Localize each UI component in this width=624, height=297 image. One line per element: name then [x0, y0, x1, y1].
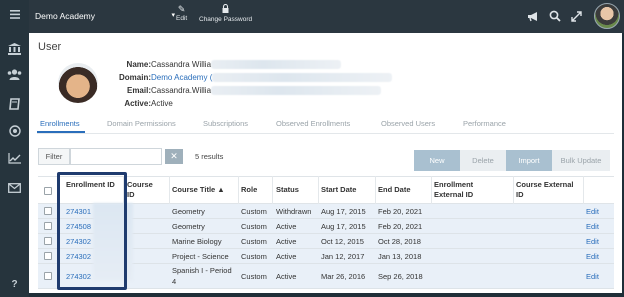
start-date: Oct 12, 2015 [321, 237, 364, 246]
status: Active [276, 237, 297, 246]
col-end-date[interactable]: End Date [378, 185, 411, 195]
top-bar: Demo Academy ▾ ✎ Edit Change Password [29, 0, 624, 33]
col-course-id[interactable]: Course ID [127, 180, 157, 200]
school-name: Demo Academy [35, 11, 95, 21]
page-title: User [38, 41, 62, 53]
edit-link[interactable]: Edit [586, 207, 599, 216]
course-title: Marine Biology [172, 237, 222, 246]
end-date: Jan 13, 2018 [378, 252, 422, 261]
change-password-label: Change Password [199, 16, 253, 23]
close-icon[interactable]: ✕ [165, 149, 183, 164]
delete-button[interactable]: Delete [460, 150, 506, 171]
lock-icon [199, 3, 252, 16]
status: Active [276, 252, 297, 261]
target-icon[interactable] [6, 122, 23, 139]
filter-label: Filter [38, 148, 70, 165]
domain-link[interactable]: Demo Academy ( [151, 72, 393, 84]
name-label: Name: [126, 60, 151, 69]
col-enrollment-external-id[interactable]: Enrollment External ID [434, 180, 504, 200]
row-checkbox[interactable] [44, 222, 52, 230]
course-title: Project - Science [172, 252, 229, 261]
user-avatar[interactable] [594, 3, 620, 29]
course-title: Spanish I - Period [172, 266, 232, 275]
course-title-line2: 4 [172, 277, 177, 286]
col-course-external-id[interactable]: Course External ID [516, 180, 576, 200]
row-checkbox[interactable] [44, 252, 52, 260]
left-sidebar: ? [0, 0, 29, 297]
domain-label: Domain: [119, 73, 151, 82]
search-icon[interactable] [545, 6, 565, 26]
email-label: Email: [126, 86, 151, 95]
hamburger-icon[interactable] [6, 6, 23, 23]
select-all-checkbox[interactable] [44, 187, 52, 195]
role: Custom [241, 222, 267, 231]
end-date: Sep 26, 2018 [378, 272, 423, 281]
edit-link[interactable]: Edit [586, 272, 599, 281]
row-checkbox[interactable] [44, 272, 52, 280]
bulk-update-button[interactable]: Bulk Update [552, 150, 610, 171]
col-role[interactable]: Role [241, 185, 257, 195]
end-date: Feb 20, 2021 [378, 222, 423, 231]
pencil-icon: ✎ [177, 4, 186, 14]
start-date: Mar 26, 2016 [321, 272, 366, 281]
tab-observed-users[interactable]: Observed Users [381, 119, 435, 128]
status: Withdrawn [276, 207, 312, 216]
users-icon[interactable] [6, 66, 23, 83]
edit-link[interactable]: Edit [586, 252, 599, 261]
start-date: Jan 12, 2017 [321, 252, 365, 261]
row-checkbox[interactable] [44, 207, 52, 215]
role: Custom [241, 207, 267, 216]
status: Active [276, 272, 297, 281]
start-date: Aug 17, 2015 [321, 207, 366, 216]
filter-input[interactable] [70, 148, 162, 165]
import-button[interactable]: Import [506, 150, 552, 171]
edit-link[interactable]: Edit [586, 222, 599, 231]
megaphone-icon[interactable] [523, 6, 543, 26]
tab-enrollments[interactable]: Enrollments [40, 119, 80, 128]
chevron-down-icon: ▾ [171, 12, 175, 19]
col-status[interactable]: Status [276, 185, 299, 195]
tab-observed-enrollments[interactable]: Observed Enrollments [276, 119, 350, 128]
role: Custom [241, 272, 267, 281]
col-start-date[interactable]: Start Date [321, 185, 356, 195]
tab-domain-permissions[interactable]: Domain Permissions [107, 119, 176, 128]
tab-subscriptions[interactable]: Subscriptions [203, 119, 248, 128]
results-count: 5 results [195, 152, 224, 161]
change-password-button[interactable]: Change Password [199, 3, 253, 23]
tabs-divider [37, 133, 614, 134]
row-checkbox[interactable] [44, 237, 52, 245]
edit-link[interactable]: Edit [586, 237, 599, 246]
start-date: Aug 17, 2015 [321, 222, 366, 231]
book-icon[interactable] [6, 95, 23, 112]
enrollment-id-highlight [57, 172, 127, 290]
expand-icon[interactable] [566, 6, 586, 26]
tab-performance[interactable]: Performance [463, 119, 506, 128]
role: Custom [241, 252, 267, 261]
active-value: Active [151, 99, 173, 108]
new-button[interactable]: New [414, 150, 460, 171]
chart-icon[interactable] [6, 150, 23, 167]
mail-icon[interactable] [6, 179, 23, 196]
end-date: Feb 20, 2021 [378, 207, 423, 216]
status: Active [276, 222, 297, 231]
active-label: Active: [124, 99, 151, 108]
edit-button[interactable]: ✎ Edit [176, 4, 187, 22]
school-selector[interactable]: Demo Academy ▾ [35, 8, 175, 24]
course-title: Geometry [172, 207, 205, 216]
edit-label: Edit [176, 15, 188, 22]
col-course-title[interactable]: Course Title ▲ [172, 185, 225, 195]
email-value: Cassandra.Willia [151, 85, 382, 97]
name-value: Cassandra Willia [151, 59, 342, 71]
course-title: Geometry [172, 222, 205, 231]
tab-bar: Enrollments Domain Permissions Subscript… [29, 119, 622, 133]
help-icon[interactable]: ? [6, 276, 23, 293]
role: Custom [241, 237, 267, 246]
bank-icon[interactable] [6, 40, 23, 57]
end-date: Oct 28, 2018 [378, 237, 421, 246]
